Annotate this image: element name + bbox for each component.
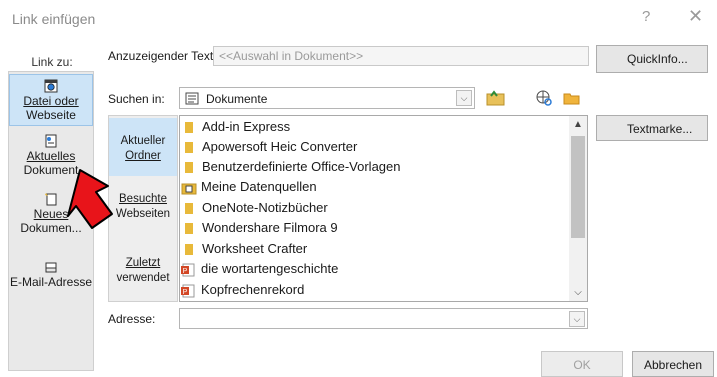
dialog-title: Link einfügen: [12, 11, 96, 27]
email-icon: [45, 262, 57, 273]
file-name: Wondershare Filmora 9: [202, 220, 338, 235]
file-list-item[interactable]: OneNote-Notizbücher: [184, 198, 328, 218]
file-name: Apowersoft Heic Converter: [202, 139, 358, 154]
category-label: Aktueller: [120, 135, 166, 147]
folder-icon: [185, 244, 193, 256]
cancel-button[interactable]: Abbrechen: [632, 351, 714, 377]
ok-button[interactable]: OK: [541, 351, 623, 377]
folder-icon: [185, 203, 193, 215]
file-list-item[interactable]: P Kopfrechenrekord: [181, 280, 304, 300]
search-in-value: Dokumente: [206, 92, 268, 106]
link-to-label: Link zu:: [31, 55, 73, 69]
file-list-item[interactable]: Meine Datenquellen: [181, 177, 317, 197]
file-name: OneNote-Notizbücher: [202, 200, 328, 215]
link-to-file-or-webpage[interactable]: Datei oder Webseite: [9, 74, 93, 126]
svg-text:P: P: [183, 289, 188, 296]
scroll-down-icon[interactable]: ⌵: [569, 287, 587, 298]
chevron-down-icon[interactable]: ⌵: [569, 311, 585, 327]
folder-icon: [185, 142, 193, 154]
up-one-folder-button[interactable]: [485, 87, 507, 109]
file-name: Add-in Express: [202, 119, 291, 134]
link-to-item-label: Datei oder: [23, 94, 79, 108]
file-list-item[interactable]: Benutzerdefinierte Office-Vorlagen: [184, 157, 401, 177]
bookmark-button[interactable]: Textmarke...: [596, 115, 708, 141]
datasource-folder-icon: [181, 183, 197, 195]
link-to-email-address[interactable]: E-Mail-Adresse: [9, 260, 93, 296]
display-text-label: Anzuzeigender Text:: [108, 49, 217, 63]
document-icon: [45, 134, 57, 148]
folder-icon: [185, 162, 193, 174]
file-name: die wortartengeschichte: [201, 261, 339, 276]
powerpoint-icon: P: [181, 263, 195, 277]
folder-icon: [185, 223, 193, 235]
globe-file-icon: [44, 79, 58, 93]
file-list-scrollbar[interactable]: ▲ ⌵: [569, 116, 587, 301]
file-name: Worksheet Crafter: [202, 241, 308, 256]
search-in-label: Suchen in:: [108, 92, 165, 106]
powerpoint-icon: P: [181, 284, 195, 298]
browse-web-button[interactable]: [533, 87, 555, 109]
svg-text:P: P: [183, 268, 188, 275]
file-list-item[interactable]: Add-in Express: [184, 117, 290, 137]
file-list-item[interactable]: Pdie wortartengeschichte: [181, 259, 338, 279]
open-folder-icon: [563, 93, 580, 105]
address-label: Adresse:: [108, 312, 156, 326]
file-list[interactable]: Add-in Express Apowersoft Heic Converter…: [179, 115, 588, 302]
category-label: Zuletzt: [125, 257, 161, 269]
link-to-item-label: Webseite: [26, 108, 76, 122]
file-list-item[interactable]: Worksheet Crafter: [184, 239, 307, 259]
close-button[interactable]: ✕: [688, 6, 703, 27]
category-label: verwendet: [116, 272, 170, 284]
address-field[interactable]: ⌵: [179, 308, 588, 329]
link-to-item-label: E-Mail-Adresse: [9, 275, 93, 289]
folder-up-icon: [486, 90, 505, 106]
category-recent-files[interactable]: Zuletzt verwendet: [109, 256, 177, 296]
browse-file-button[interactable]: [561, 87, 583, 109]
scroll-up-icon[interactable]: ▲: [569, 119, 587, 130]
file-list-item[interactable]: Apowersoft Heic Converter: [184, 137, 357, 157]
quickinfo-button[interactable]: QuickInfo...: [596, 45, 708, 73]
search-in-dropdown[interactable]: Dokumente ⌵: [179, 87, 475, 109]
chevron-down-icon[interactable]: ⌵: [456, 90, 472, 106]
scrollbar-thumb[interactable]: [571, 136, 585, 238]
display-text-field[interactable]: <<Auswahl in Dokument>>: [213, 46, 589, 66]
file-name: Meine Datenquellen: [201, 179, 317, 194]
folder-icon: [185, 122, 193, 134]
file-name: Kopfrechenrekord: [201, 282, 305, 297]
file-list-item[interactable]: Wondershare Filmora 9: [184, 218, 338, 238]
file-name: Benutzerdefinierte Office-Vorlagen: [202, 159, 401, 174]
annotation-arrow-icon: [67, 169, 113, 229]
help-button[interactable]: ?: [642, 8, 650, 25]
documents-folder-icon: [185, 92, 199, 105]
browse-web-icon: [536, 90, 552, 106]
